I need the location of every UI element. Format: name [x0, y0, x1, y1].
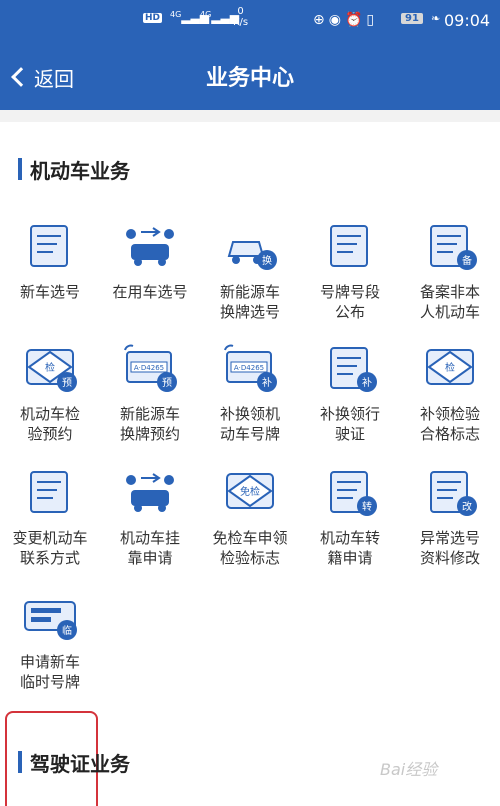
section-title: 驾驶证业务 — [30, 751, 130, 776]
top-bar: HD 4G▂▃▅ 4G▂▃▅ 0 K/s ⊕◉⏰▯ 91 ❧ 09:04 返回 业… — [0, 0, 500, 110]
signal-label: 4G — [200, 10, 212, 19]
section-title: 机动车业务 — [30, 158, 130, 183]
service-tile[interactable]: 备备案非本 人机动车 — [400, 222, 500, 322]
license-icon: 补 — [330, 347, 377, 392]
watermark: Bai经验 — [380, 760, 438, 779]
speed-value: 0 — [237, 6, 244, 17]
inspection-tag-icon: 检 — [426, 349, 474, 385]
service-tile[interactable]: 号牌号段 公布 — [300, 222, 400, 322]
section-header: 机动车业务 — [18, 155, 130, 183]
service-label: 异常选号 资料修改 — [419, 529, 480, 567]
nfc-icon: ⊕ — [313, 12, 329, 28]
service-label: 免检车申领 检验标志 — [212, 529, 288, 567]
status-bar: HD 4G▂▃▅ 4G▂▃▅ 0 K/s ⊕◉⏰▯ 91 ❧ 09:04 — [0, 0, 500, 44]
plate-icon: 预 A·D4265 — [124, 344, 177, 392]
tag-label: 免检 — [240, 485, 260, 498]
edit-doc-icon: 改 — [430, 471, 477, 516]
page-title: 业务中心 — [205, 66, 294, 91]
service-label: 补领检验 合格标志 — [419, 405, 480, 443]
tag-label: 检 — [445, 361, 455, 374]
service-label: 新车选号 — [19, 283, 80, 301]
plate-label: A·D4265 — [234, 364, 264, 372]
badge-label: 补 — [262, 376, 272, 389]
clock: 09:04 — [444, 11, 491, 30]
network-speed: 0 K/s — [233, 6, 248, 28]
car-swap-icon — [126, 227, 174, 266]
badge-label: 补 — [362, 376, 372, 389]
service-label: 在用车选号 — [112, 283, 188, 301]
section-accent-bar — [18, 158, 22, 180]
badge-label: 预 — [162, 377, 172, 389]
service-tile[interactable]: 转机动车转 籍申请 — [300, 468, 400, 568]
record-icon: 备 — [430, 225, 477, 270]
service-tile[interactable]: 在用车选号 — [100, 222, 200, 302]
service-tile[interactable]: 新车选号 — [0, 222, 100, 302]
section-accent-bar — [18, 751, 22, 773]
inspection-doc-icon: 预检 — [26, 349, 77, 392]
service-tile[interactable]: 预检机动车检 验预约 — [0, 344, 100, 444]
service-tile[interactable]: 改异常选号 资料修改 — [400, 468, 500, 568]
plate-label: A·D4265 — [134, 364, 164, 372]
alarm-icon: ⏰ — [344, 12, 367, 28]
back-button[interactable]: 返回 — [8, 60, 74, 94]
battery-icon: 91 — [401, 13, 423, 24]
service-tile[interactable]: 检补领检验 合格标志 — [400, 344, 500, 444]
service-tile[interactable]: 换新能源车 换牌选号 — [200, 222, 300, 322]
service-label: 机动车检 验预约 — [19, 405, 80, 443]
service-label: 补换领行 驶证 — [319, 405, 380, 443]
service-tile[interactable]: 预 A·D4265 新能源车 换牌预约 — [100, 344, 200, 444]
service-label: 机动车挂 靠申请 — [119, 529, 180, 567]
speed-unit: K/s — [233, 17, 249, 28]
eye-icon: ◉ — [328, 12, 345, 28]
badge-label: 转 — [362, 500, 372, 513]
contact-card-icon — [30, 471, 68, 513]
hd-badge: HD — [143, 13, 163, 23]
car-attach-icon — [126, 473, 174, 512]
document-car-icon — [30, 225, 68, 267]
service-label: 新能源车 换牌选号 — [219, 283, 280, 321]
service-tile[interactable]: 机动车挂 靠申请 — [100, 468, 200, 568]
service-tile[interactable]: 免检免检车申领 检验标志 — [200, 468, 300, 568]
board-icon — [330, 225, 368, 267]
signal-label: 4G — [170, 10, 182, 19]
leaf-icon: ❧ — [431, 12, 441, 25]
badge-label: 备 — [462, 254, 472, 267]
status-icons: ⊕◉⏰▯ — [313, 12, 378, 28]
badge-label: 临 — [62, 624, 72, 637]
service-label: 号牌号段 公布 — [319, 283, 380, 321]
plate-icon: 补 A·D4265 — [224, 344, 277, 392]
back-label: 返回 — [34, 66, 74, 91]
service-label: 补换领机 动车号牌 — [219, 405, 280, 443]
service-tile[interactable]: 变更机动车 联系方式 — [0, 468, 100, 568]
vibrate-icon: ▯ — [366, 12, 379, 28]
service-label: 申请新车 临时号牌 — [19, 653, 80, 691]
chevron-left-icon — [11, 67, 31, 87]
exempt-tag-icon: 免检 — [226, 473, 274, 509]
temporary-plate-icon: 临 — [24, 601, 77, 640]
service-label: 新能源车 换牌预约 — [119, 405, 180, 443]
service-label: 备案非本 人机动车 — [419, 283, 480, 321]
tag-label: 检 — [45, 361, 55, 374]
badge-label: 换 — [262, 254, 272, 267]
content-panel: 机动车业务 新车选号 在用车选号换新能源车 换牌选号 号牌号段 公布备备案非本 人机… — [0, 122, 500, 806]
transfer-doc-icon: 转 — [330, 471, 377, 516]
service-tile[interactable]: 临申请新车 临时号牌 — [0, 592, 100, 692]
service-tile[interactable]: 补补换领行 驶证 — [300, 344, 400, 444]
ev-car-icon: 换 — [227, 241, 277, 270]
service-label: 变更机动车 联系方式 — [12, 529, 88, 567]
service-label: 机动车转 籍申请 — [319, 529, 380, 567]
badge-label: 改 — [462, 500, 472, 513]
section-header: 驾驶证业务 — [18, 748, 130, 776]
service-tile[interactable]: 补 A·D4265 补换领机 动车号牌 — [200, 344, 300, 444]
badge-label: 预 — [62, 377, 72, 389]
